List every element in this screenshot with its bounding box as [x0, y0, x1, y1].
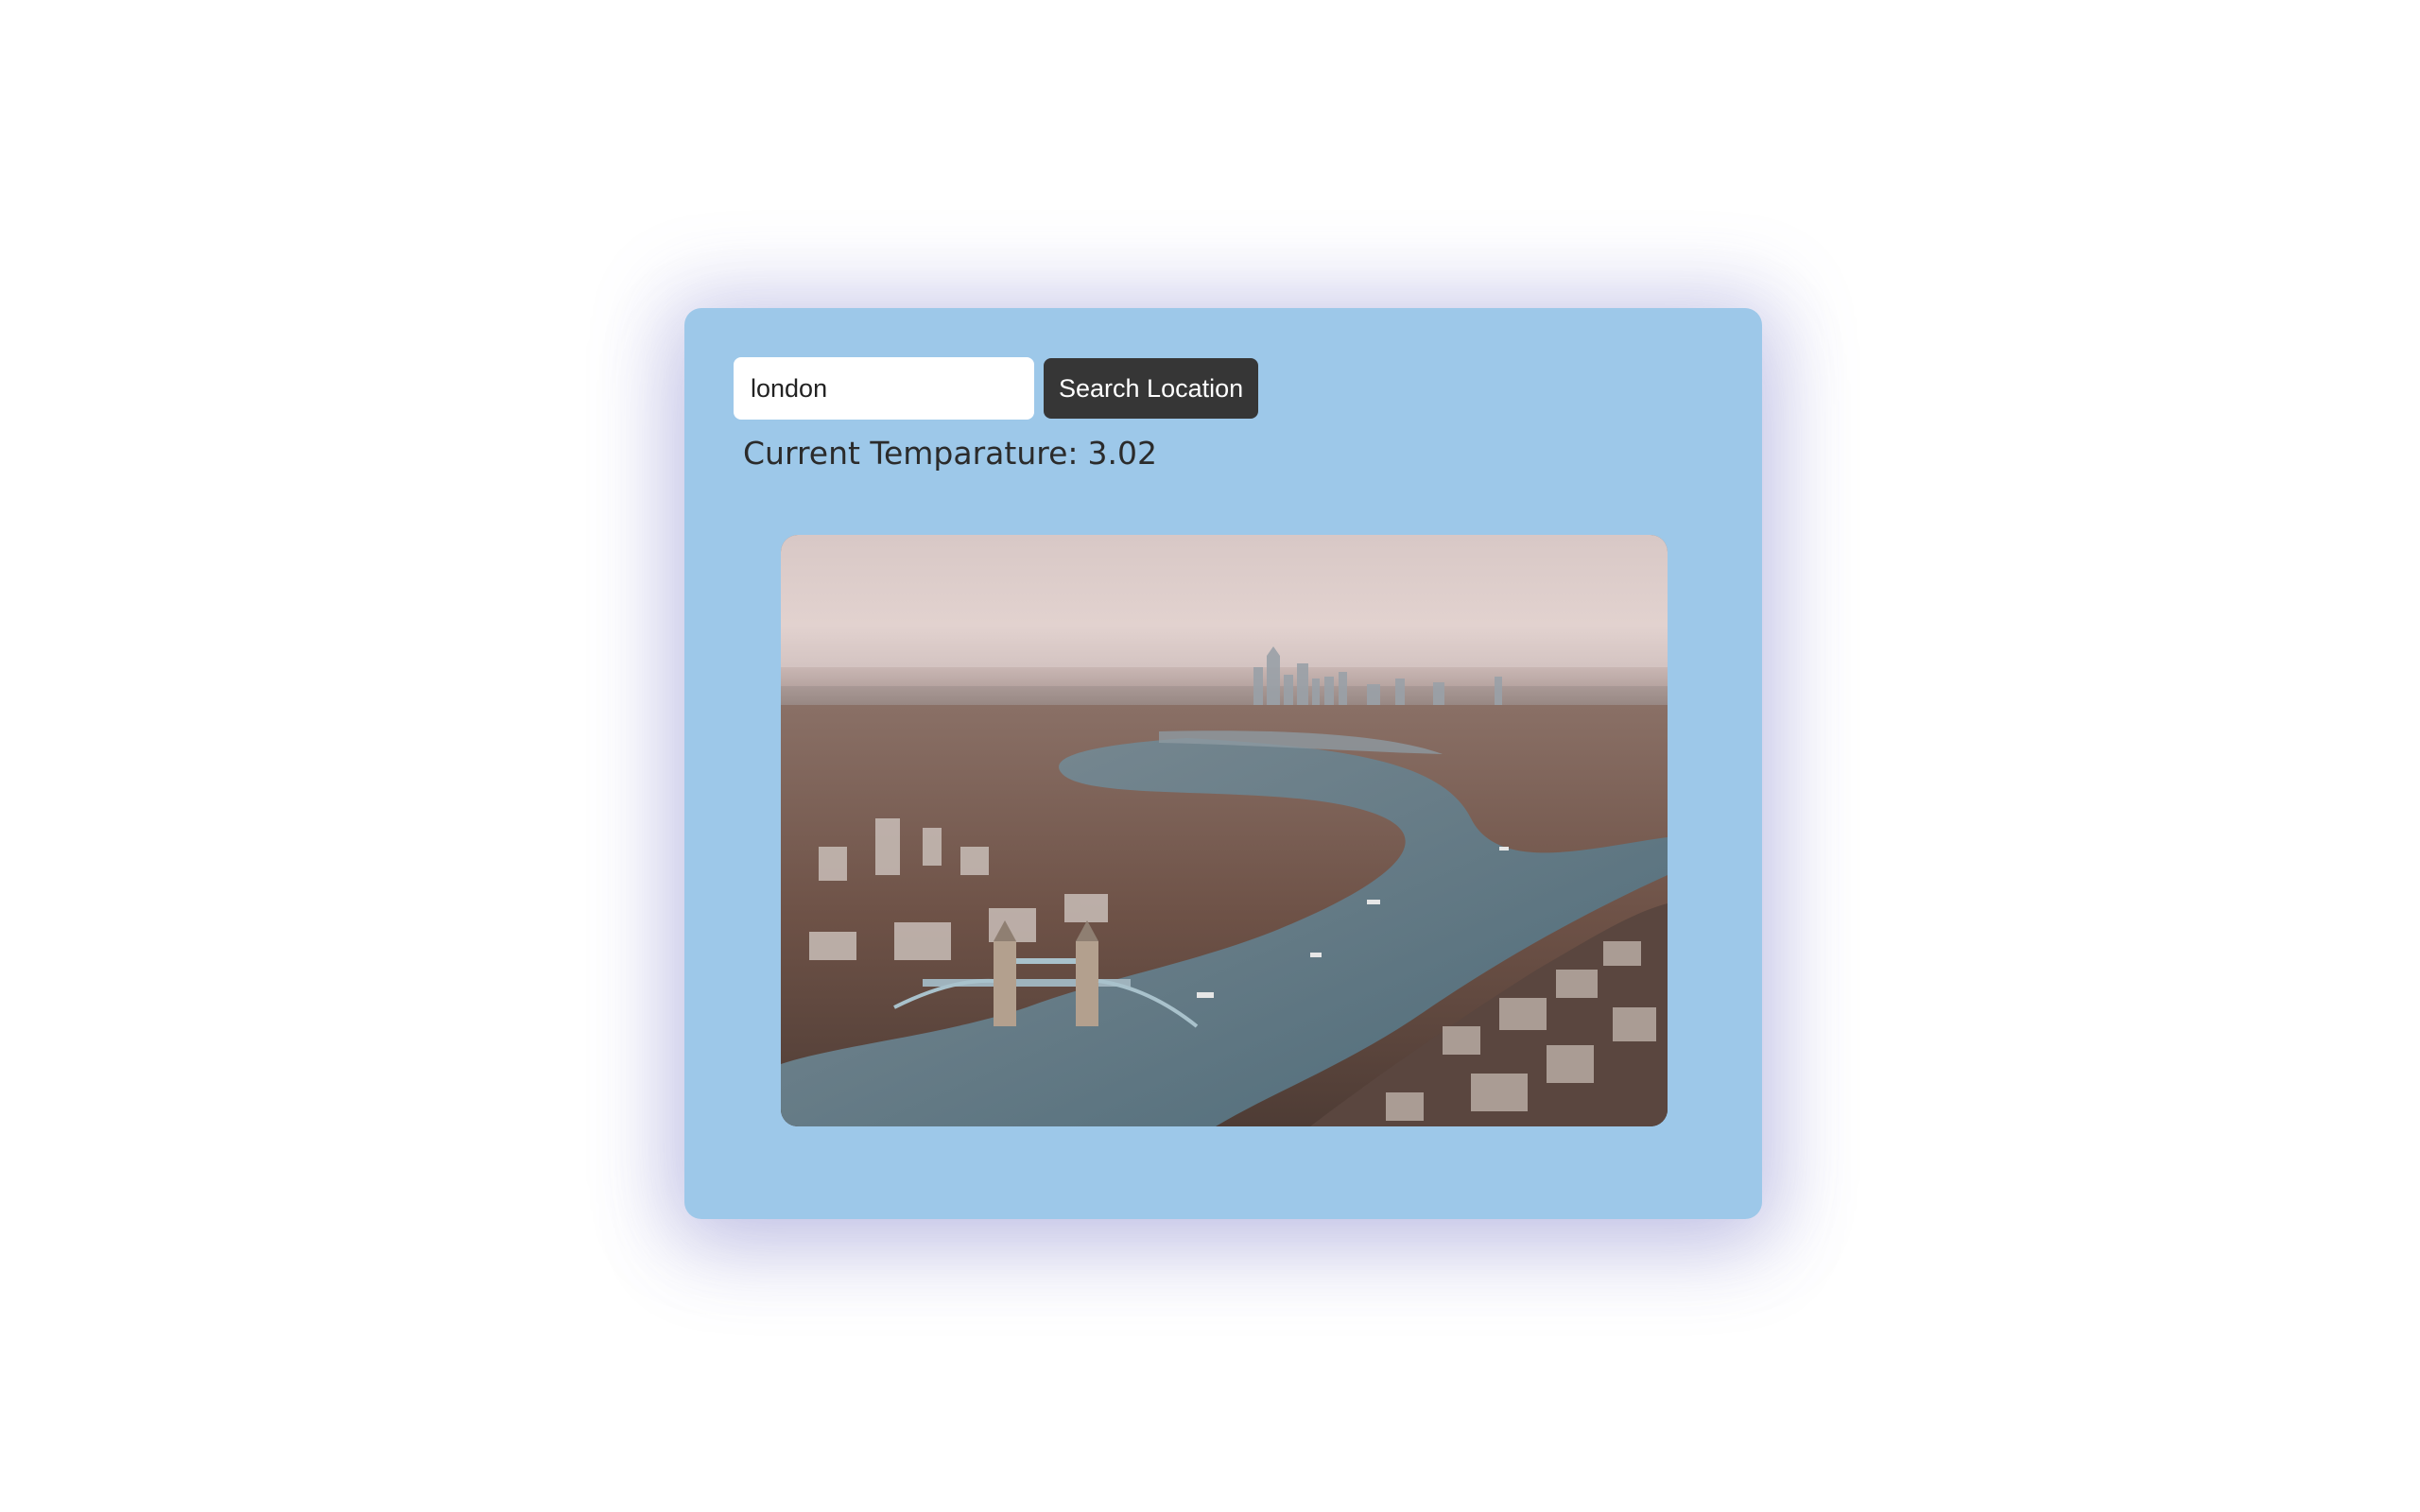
search-input[interactable]: [734, 357, 1034, 420]
city-aerial-image: [781, 535, 1668, 1126]
temperature-label: Current Temparature:: [743, 435, 1079, 472]
search-row: Search Location: [734, 357, 1259, 420]
location-photo: [781, 535, 1668, 1126]
temperature-value: 3.02: [1087, 435, 1157, 472]
weather-card: Search Location Current Temparature: 3.0…: [684, 308, 1762, 1219]
temperature-display: Current Temparature: 3.02: [743, 435, 1157, 472]
search-location-button[interactable]: Search Location: [1044, 358, 1259, 419]
